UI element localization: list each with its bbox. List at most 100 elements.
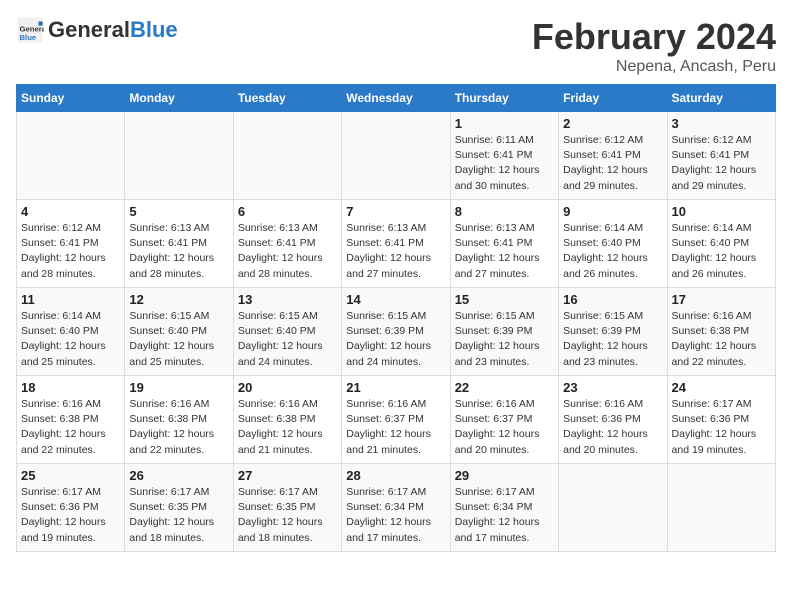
calendar-cell [342, 112, 450, 200]
day-number: 12 [129, 292, 228, 307]
day-info: Sunrise: 6:17 AM Sunset: 6:36 PM Dayligh… [672, 397, 771, 458]
calendar-cell: 5 Sunrise: 6:13 AM Sunset: 6:41 PM Daylig… [125, 200, 233, 288]
day-number: 8 [455, 204, 554, 219]
main-title: February 2024 [532, 16, 776, 58]
page-header: General Blue GeneralBlue February 2024 N… [16, 16, 776, 76]
day-number: 3 [672, 116, 771, 131]
day-number: 18 [21, 380, 120, 395]
day-number: 27 [238, 468, 337, 483]
calendar-cell [17, 112, 125, 200]
day-info: Sunrise: 6:17 AM Sunset: 6:35 PM Dayligh… [129, 485, 228, 546]
calendar-cell: 20 Sunrise: 6:16 AM Sunset: 6:38 PM Dayli… [233, 376, 341, 464]
header-thursday: Thursday [450, 85, 558, 112]
day-info: Sunrise: 6:14 AM Sunset: 6:40 PM Dayligh… [563, 221, 662, 282]
day-info: Sunrise: 6:11 AM Sunset: 6:41 PM Dayligh… [455, 133, 554, 194]
day-info: Sunrise: 6:17 AM Sunset: 6:34 PM Dayligh… [455, 485, 554, 546]
day-info: Sunrise: 6:14 AM Sunset: 6:40 PM Dayligh… [21, 309, 120, 370]
calendar-cell: 28Sunrise: 6:17 AM Sunset: 6:34 PM Dayli… [342, 464, 450, 552]
calendar-cell: 7Sunrise: 6:13 AM Sunset: 6:41 PM Daylig… [342, 200, 450, 288]
day-number: 25 [21, 468, 120, 483]
calendar-cell: 2Sunrise: 6:12 AM Sunset: 6:41 PM Daylig… [559, 112, 667, 200]
day-number: 26 [129, 468, 228, 483]
day-number: 23 [563, 380, 662, 395]
subtitle: Nepena, Ancash, Peru [532, 58, 776, 76]
calendar-cell: 26 Sunrise: 6:17 AM Sunset: 6:35 PM Dayli… [125, 464, 233, 552]
calendar-cell: 16 Sunrise: 6:15 AM Sunset: 6:39 PM Dayli… [559, 288, 667, 376]
day-number: 20 [238, 380, 337, 395]
day-number: 5 [129, 204, 228, 219]
calendar-cell: 6Sunrise: 6:13 AM Sunset: 6:41 PM Daylig… [233, 200, 341, 288]
calendar-cell: 3 Sunrise: 6:12 AM Sunset: 6:41 PM Daylig… [667, 112, 775, 200]
header-friday: Friday [559, 85, 667, 112]
logo: General Blue GeneralBlue [16, 16, 178, 44]
day-info: Sunrise: 6:16 AM Sunset: 6:36 PM Dayligh… [563, 397, 662, 458]
day-info: Sunrise: 6:16 AM Sunset: 6:37 PM Dayligh… [346, 397, 445, 458]
day-info: Sunrise: 6:12 AM Sunset: 6:41 PM Dayligh… [21, 221, 120, 282]
calendar-cell: 27Sunrise: 6:17 AM Sunset: 6:35 PM Dayli… [233, 464, 341, 552]
calendar-cell: 24 Sunrise: 6:17 AM Sunset: 6:36 PM Dayli… [667, 376, 775, 464]
calendar-cell [667, 464, 775, 552]
calendar-cell: 11 Sunrise: 6:14 AM Sunset: 6:40 PM Dayli… [17, 288, 125, 376]
calendar-cell: 12 Sunrise: 6:15 AM Sunset: 6:40 PM Dayli… [125, 288, 233, 376]
calendar-week-row: 25Sunrise: 6:17 AM Sunset: 6:36 PM Dayli… [17, 464, 776, 552]
calendar-cell: 18 Sunrise: 6:16 AM Sunset: 6:38 PM Dayli… [17, 376, 125, 464]
day-number: 17 [672, 292, 771, 307]
day-number: 1 [455, 116, 554, 131]
header-sunday: Sunday [17, 85, 125, 112]
day-info: Sunrise: 6:12 AM Sunset: 6:41 PM Dayligh… [672, 133, 771, 194]
calendar-week-row: 18 Sunrise: 6:16 AM Sunset: 6:38 PM Dayli… [17, 376, 776, 464]
calendar-cell: 8 Sunrise: 6:13 AM Sunset: 6:41 PM Daylig… [450, 200, 558, 288]
day-info: Sunrise: 6:13 AM Sunset: 6:41 PM Dayligh… [238, 221, 337, 282]
calendar-cell: 23 Sunrise: 6:16 AM Sunset: 6:36 PM Dayli… [559, 376, 667, 464]
day-info: Sunrise: 6:16 AM Sunset: 6:38 PM Dayligh… [129, 397, 228, 458]
header-monday: Monday [125, 85, 233, 112]
day-info: Sunrise: 6:16 AM Sunset: 6:38 PM Dayligh… [238, 397, 337, 458]
calendar-week-row: 11 Sunrise: 6:14 AM Sunset: 6:40 PM Dayli… [17, 288, 776, 376]
day-number: 29 [455, 468, 554, 483]
header-tuesday: Tuesday [233, 85, 341, 112]
svg-text:Blue: Blue [20, 33, 37, 42]
day-number: 16 [563, 292, 662, 307]
calendar-cell: 4 Sunrise: 6:12 AM Sunset: 6:41 PM Daylig… [17, 200, 125, 288]
logo-text: GeneralBlue [48, 18, 178, 42]
day-number: 11 [21, 292, 120, 307]
calendar-header-row: SundayMondayTuesdayWednesdayThursdayFrid… [17, 85, 776, 112]
calendar-table: SundayMondayTuesdayWednesdayThursdayFrid… [16, 84, 776, 552]
calendar-cell: 10 Sunrise: 6:14 AM Sunset: 6:40 PM Dayli… [667, 200, 775, 288]
day-number: 15 [455, 292, 554, 307]
day-info: Sunrise: 6:15 AM Sunset: 6:39 PM Dayligh… [455, 309, 554, 370]
calendar-week-row: 1 Sunrise: 6:11 AM Sunset: 6:41 PM Daylig… [17, 112, 776, 200]
day-number: 13 [238, 292, 337, 307]
day-number: 4 [21, 204, 120, 219]
day-info: Sunrise: 6:15 AM Sunset: 6:39 PM Dayligh… [563, 309, 662, 370]
day-info: Sunrise: 6:14 AM Sunset: 6:40 PM Dayligh… [672, 221, 771, 282]
calendar-cell: 29 Sunrise: 6:17 AM Sunset: 6:34 PM Dayli… [450, 464, 558, 552]
day-number: 22 [455, 380, 554, 395]
title-area: February 2024 Nepena, Ancash, Peru [532, 16, 776, 76]
calendar-cell [125, 112, 233, 200]
calendar-cell: 15 Sunrise: 6:15 AM Sunset: 6:39 PM Dayli… [450, 288, 558, 376]
day-info: Sunrise: 6:13 AM Sunset: 6:41 PM Dayligh… [129, 221, 228, 282]
day-info: Sunrise: 6:12 AM Sunset: 6:41 PM Dayligh… [563, 133, 662, 194]
header-saturday: Saturday [667, 85, 775, 112]
calendar-cell: 13 Sunrise: 6:15 AM Sunset: 6:40 PM Dayli… [233, 288, 341, 376]
day-info: Sunrise: 6:15 AM Sunset: 6:40 PM Dayligh… [129, 309, 228, 370]
header-wednesday: Wednesday [342, 85, 450, 112]
day-info: Sunrise: 6:15 AM Sunset: 6:39 PM Dayligh… [346, 309, 445, 370]
day-number: 28 [346, 468, 445, 483]
calendar-cell: 1 Sunrise: 6:11 AM Sunset: 6:41 PM Daylig… [450, 112, 558, 200]
calendar-cell [233, 112, 341, 200]
day-number: 24 [672, 380, 771, 395]
day-info: Sunrise: 6:13 AM Sunset: 6:41 PM Dayligh… [455, 221, 554, 282]
day-number: 14 [346, 292, 445, 307]
calendar-cell [559, 464, 667, 552]
calendar-week-row: 4 Sunrise: 6:12 AM Sunset: 6:41 PM Daylig… [17, 200, 776, 288]
calendar-cell: 9 Sunrise: 6:14 AM Sunset: 6:40 PM Daylig… [559, 200, 667, 288]
day-info: Sunrise: 6:16 AM Sunset: 6:38 PM Dayligh… [21, 397, 120, 458]
calendar-cell: 25Sunrise: 6:17 AM Sunset: 6:36 PM Dayli… [17, 464, 125, 552]
day-info: Sunrise: 6:16 AM Sunset: 6:38 PM Dayligh… [672, 309, 771, 370]
day-info: Sunrise: 6:15 AM Sunset: 6:40 PM Dayligh… [238, 309, 337, 370]
calendar-cell: 21Sunrise: 6:16 AM Sunset: 6:37 PM Dayli… [342, 376, 450, 464]
day-number: 10 [672, 204, 771, 219]
day-number: 9 [563, 204, 662, 219]
